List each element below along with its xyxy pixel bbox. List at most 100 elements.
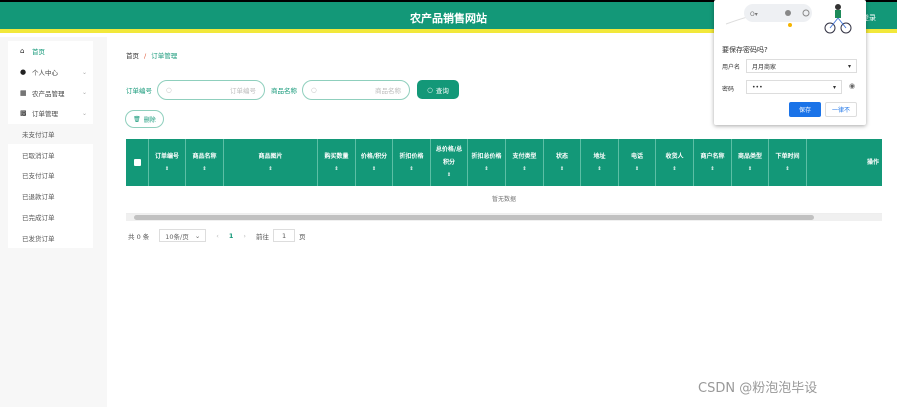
sort-icon[interactable]: ⇕ [710,163,714,176]
column-header-label: 商户名称 [700,152,725,160]
sidebar-item-order-management[interactable]: ▩ 订单管理 ⌄ [8,103,93,124]
sidebar-item-label: 首页 [32,48,45,57]
eye-icon[interactable]: ◉ [849,82,855,90]
sort-icon[interactable]: ⇕ [447,169,451,182]
empty-state: 暂无数据 [126,186,882,214]
sidebar-subitem-refunded[interactable]: 已退款订单 [8,186,93,207]
delete-button-label: 删除 [143,116,156,124]
sidebar-item-product-management[interactable]: ▦ 农产品管理 ⌄ [8,82,93,103]
sort-icon[interactable]: ⇕ [334,163,338,176]
trash-icon: 🗑 [133,115,141,123]
product-name-input[interactable]: ○ 商品名称 [302,80,410,100]
column-header[interactable]: 折扣总价格 ⇕ [468,139,506,186]
product-name-label: 商品名称 [271,87,297,95]
username-select[interactable]: 月月商家 ▾ [746,59,857,73]
select-all-checkbox-cell[interactable] [126,139,149,186]
sort-icon[interactable]: ⇕ [560,163,564,176]
column-header-label: 商品图片 [258,152,283,160]
save-password-button[interactable]: 保存 [789,102,821,117]
sort-icon[interactable]: ⇕ [484,163,488,176]
sidebar-item-label: 农产品管理 [32,89,65,98]
prev-page-icon[interactable]: ‹ [216,232,219,240]
user-icon: ● [20,68,27,77]
column-header-label: 商品类型 [737,152,762,160]
never-save-button[interactable]: 一律不 [825,102,857,117]
sidebar-subitem-paid[interactable]: 已支付订单 [8,165,93,186]
column-header[interactable]: 订单编号 ⇕ [149,139,186,186]
column-header-label: 电话 [630,152,643,160]
password-value: ••• [752,83,763,91]
page-size-select[interactable]: 10条/页 ⌄ [159,229,207,242]
product-name-search: 商品名称 ○ 商品名称 [271,80,410,100]
sort-icon[interactable]: ⇕ [522,163,526,176]
page-number[interactable]: 1 [229,232,234,240]
sidebar-subitem-completed[interactable]: 已完成订单 [8,207,93,228]
sort-icon[interactable]: ⇕ [672,163,676,176]
column-header[interactable]: 商品类型 ⇕ [732,139,769,186]
save-password-popup: O▾ 要保存密码吗? 用户名 月月商家 ▾ 密码 ••• ▾ ◉ 保存 一律不 [714,0,866,125]
sort-icon[interactable]: ⇕ [202,163,206,176]
column-header[interactable]: 总价格/总积分 ⇕ [431,139,468,186]
scrollbar-thumb[interactable] [134,215,814,220]
goto-page-input[interactable]: 1 [273,229,296,242]
sidebar-subitem-unpaid[interactable]: 未支付订单 [8,123,93,145]
breadcrumb-current: 订单管理 [151,52,178,60]
next-page-icon[interactable]: › [243,232,246,240]
column-header[interactable]: 操作 [807,139,882,186]
dropdown-arrow-icon: ▾ [832,83,836,91]
breadcrumb: 首页 / 订单管理 [126,50,177,60]
home-icon: ⌂ [20,47,25,56]
product-name-placeholder: 商品名称 [375,87,401,95]
sort-icon[interactable]: ⇕ [268,163,272,176]
password-select[interactable]: ••• ▾ [746,80,842,94]
column-header[interactable]: 购买数量 ⇕ [318,139,356,186]
breadcrumb-separator: / [144,52,147,60]
order-number-input[interactable]: ○ 订单编号 [157,80,265,100]
sort-icon[interactable]: ⇕ [409,163,413,176]
query-button[interactable]: ○ 查询 [417,80,459,99]
sort-icon[interactable]: ⇕ [372,163,376,176]
column-header[interactable]: 商户名称 ⇕ [694,139,732,186]
sidebar-subitem-cancelled[interactable]: 已取消订单 [8,144,93,165]
dropdown-arrow-icon: ▾ [847,62,851,70]
sort-icon[interactable]: ⇕ [597,163,601,176]
sort-icon[interactable]: ⇕ [748,163,752,176]
column-header-label: 状态 [555,152,568,160]
sidebar-item-home[interactable]: ⌂ 首页 [8,41,93,62]
order-number-search: 订单编号 ○ 订单编号 [126,80,265,100]
breadcrumb-home[interactable]: 首页 [126,52,139,60]
search-icon: ○ [427,85,433,94]
sidebar-item-personal-center[interactable]: ● 个人中心 ⌄ [8,62,93,83]
sort-icon[interactable]: ⇕ [785,163,789,176]
column-header[interactable]: 电话 ⇕ [619,139,656,186]
column-header[interactable]: 收货人 ⇕ [656,139,694,186]
grid-icon: ▦ [20,88,27,97]
sidebar-subitem-shipped[interactable]: 已发货订单 [8,227,93,248]
select-all-checkbox[interactable] [133,159,141,166]
column-header[interactable]: 状态 ⇕ [544,139,581,186]
column-header[interactable]: 折扣价格 ⇕ [393,139,431,186]
column-header[interactable]: 下单时间 ⇕ [769,139,807,186]
delete-button[interactable]: 🗑 删除 [125,110,164,128]
page-suffix: 页 [299,232,306,241]
order-number-placeholder: 订单编号 [230,87,256,95]
page-size-value: 10条/页 [165,232,189,241]
sort-icon[interactable]: ⇕ [635,163,639,176]
orders-table: 订单编号 ⇕ 商品名称 ⇕ 商品图片 ⇕ 购买数量 ⇕ 价格/积分 ⇕ 折扣价格 ⇕ 总价格/总积分 ⇕ 折… [126,139,882,221]
column-header-label: 总价格/总积分 [435,146,463,166]
svg-text:O▾: O▾ [750,11,758,18]
column-header[interactable]: 商品图片 ⇕ [224,139,318,186]
column-header[interactable]: 地址 ⇕ [581,139,619,186]
column-header[interactable]: 价格/积分 ⇕ [356,139,393,186]
pagination: 共 0 条 10条/页 ⌄ ‹ 1 › 前往 1 页 [128,229,306,242]
column-header-label: 订单编号 [154,152,179,160]
horizontal-scrollbar[interactable] [126,214,882,221]
popup-question: 要保存密码吗? [722,46,768,54]
column-header[interactable]: 支付类型 ⇕ [506,139,544,186]
sort-icon[interactable]: ⇕ [165,163,169,176]
table-icon: ▩ [20,109,27,118]
search-icon: ○ [311,86,317,94]
column-header-label: 支付类型 [512,152,537,160]
column-header-label: 收货人 [665,152,684,160]
column-header[interactable]: 商品名称 ⇕ [186,139,224,186]
